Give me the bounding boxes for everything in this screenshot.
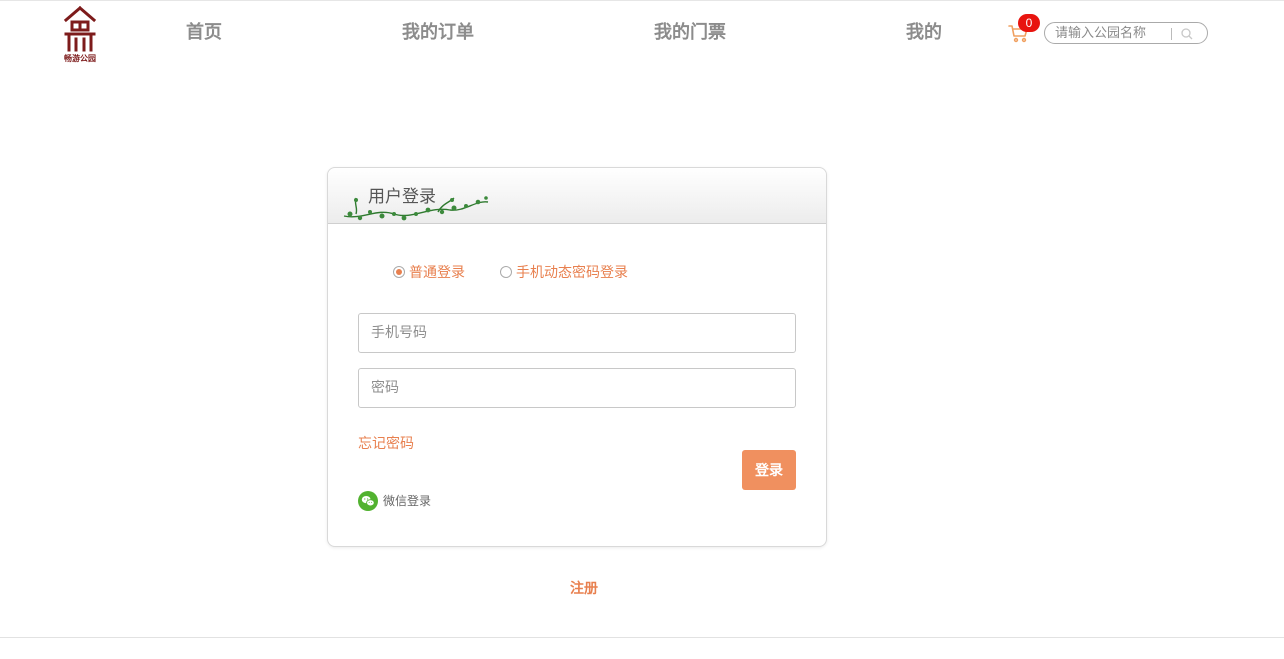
- nav-mine[interactable]: 我的: [906, 20, 942, 46]
- cart-count-badge: 0: [1018, 14, 1040, 32]
- login-card: 用户登录 普通登录 手机动态密码登录 忘记密码 登录 微信登录: [327, 167, 827, 547]
- logo-text: 畅游公园: [64, 54, 96, 63]
- site-logo[interactable]: 畅游公园: [58, 6, 102, 63]
- radio-button[interactable]: [500, 266, 512, 278]
- login-button[interactable]: 登录: [742, 450, 796, 490]
- radio-sms-login[interactable]: 手机动态密码登录: [500, 264, 628, 282]
- radio-button-checked[interactable]: [393, 266, 405, 278]
- search-divider: [1171, 28, 1172, 40]
- search-bar: [1044, 22, 1208, 44]
- nav-my-tickets[interactable]: 我的门票: [654, 20, 726, 46]
- search-icon[interactable]: [1179, 26, 1195, 42]
- top-divider: [0, 0, 1284, 1]
- nav-my-orders[interactable]: 我的订单: [402, 20, 474, 46]
- wechat-icon: [358, 491, 378, 511]
- bottom-divider: [0, 637, 1284, 638]
- logo-emblem-icon: [63, 6, 97, 52]
- radio-label: 手机动态密码登录: [516, 265, 628, 281]
- radio-normal-login[interactable]: 普通登录: [393, 264, 465, 282]
- search-input[interactable]: [1055, 25, 1167, 41]
- login-title: 用户登录: [368, 187, 436, 207]
- phone-number-input[interactable]: [358, 313, 796, 353]
- forgot-password-link[interactable]: 忘记密码: [358, 433, 414, 453]
- register-link[interactable]: 注册: [570, 578, 598, 598]
- nav-home[interactable]: 首页: [186, 20, 222, 46]
- wechat-login-label: 微信登录: [383, 494, 432, 508]
- login-card-header: 用户登录: [328, 168, 826, 224]
- password-input[interactable]: [358, 368, 796, 408]
- radio-label: 普通登录: [409, 265, 465, 281]
